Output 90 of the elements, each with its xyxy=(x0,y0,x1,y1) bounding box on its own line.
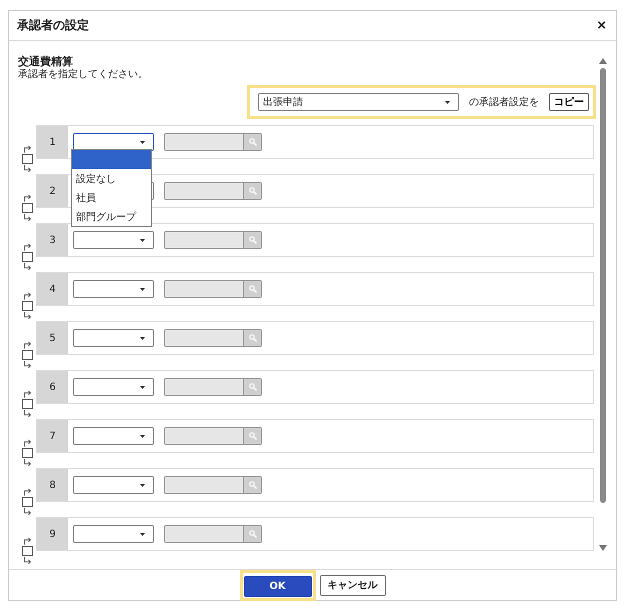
caret-icon xyxy=(140,484,145,486)
turn-arrow-icon xyxy=(22,459,32,468)
turn-arrow-icon xyxy=(22,242,32,251)
search-icon xyxy=(248,530,256,538)
search-icon xyxy=(248,383,256,391)
search-button[interactable] xyxy=(243,379,261,395)
step-number: 7 xyxy=(37,420,68,452)
search-button[interactable] xyxy=(243,428,261,444)
search-button[interactable] xyxy=(243,232,261,248)
copy-label: の承認者設定を xyxy=(469,96,539,109)
turn-arrow-icon xyxy=(22,508,32,518)
step-number: 9 xyxy=(37,518,68,550)
search-icon xyxy=(248,236,256,244)
approver-field[interactable] xyxy=(164,525,262,543)
search-button[interactable] xyxy=(243,330,261,346)
type-select[interactable] xyxy=(73,525,154,543)
checkbox[interactable] xyxy=(22,202,32,214)
search-button[interactable] xyxy=(243,134,261,150)
search-icon xyxy=(248,138,256,146)
turn-arrow-icon xyxy=(22,438,32,447)
type-select[interactable] xyxy=(73,329,154,347)
turn-arrow-icon xyxy=(22,340,32,349)
turn-arrow-icon xyxy=(22,361,32,370)
step-number: 2 xyxy=(37,175,68,207)
type-select[interactable] xyxy=(73,280,154,298)
checkbox[interactable] xyxy=(22,398,32,410)
caret-icon xyxy=(140,434,145,438)
step-number: 6 xyxy=(37,371,68,403)
cancel-button[interactable]: キャンセル xyxy=(320,574,386,596)
search-icon xyxy=(248,481,256,489)
turn-arrow-icon xyxy=(22,144,32,153)
copy-button[interactable]: コピー xyxy=(549,93,589,111)
turn-arrow-icon xyxy=(22,165,32,174)
search-button[interactable] xyxy=(243,526,261,542)
ok-button[interactable]: OK xyxy=(244,576,312,596)
turn-arrow-icon xyxy=(22,410,32,420)
turn-arrow-icon xyxy=(22,536,32,545)
turn-arrow-icon xyxy=(22,389,32,398)
approver-field[interactable] xyxy=(164,231,262,249)
checkbox[interactable] xyxy=(22,448,32,458)
instruction-text: 承認者を指定してください。 xyxy=(18,68,149,81)
caret-icon xyxy=(445,100,450,104)
turn-arrow-icon xyxy=(22,263,32,272)
turn-arrow-icon xyxy=(22,291,32,300)
turn-arrow-icon xyxy=(22,193,32,202)
approver-field[interactable] xyxy=(164,133,262,151)
section-title: 交通費精算 xyxy=(18,55,74,68)
caret-icon xyxy=(140,532,145,536)
checkbox[interactable] xyxy=(22,154,32,164)
approver-field[interactable] xyxy=(164,476,262,494)
step-number: 4 xyxy=(37,273,68,305)
step-number: 5 xyxy=(37,322,68,354)
turn-arrow-icon xyxy=(22,487,32,496)
checkbox[interactable] xyxy=(22,546,32,556)
close-button[interactable]: × xyxy=(597,17,606,34)
dialog-title: 承認者の設定 xyxy=(17,17,89,34)
scroll-down-icon[interactable] xyxy=(599,545,607,551)
caret-icon xyxy=(140,238,145,242)
approver-field[interactable] xyxy=(164,280,262,298)
caret-icon xyxy=(140,140,145,144)
step-number: 1 xyxy=(37,126,68,158)
caret-icon xyxy=(140,288,145,290)
search-icon xyxy=(248,432,256,440)
source-select[interactable]: 出張申請 xyxy=(258,93,459,111)
search-icon xyxy=(248,334,256,342)
turn-arrow-icon xyxy=(22,557,32,566)
search-button[interactable] xyxy=(243,183,261,199)
scroll-up-icon[interactable] xyxy=(599,58,607,64)
type-select[interactable] xyxy=(73,476,154,494)
checkbox[interactable] xyxy=(22,252,32,262)
step-number: 3 xyxy=(37,224,68,256)
search-icon xyxy=(248,285,256,293)
approver-field[interactable] xyxy=(164,182,262,200)
approver-field[interactable] xyxy=(164,378,262,396)
step-number: 8 xyxy=(37,469,68,501)
type-select[interactable] xyxy=(73,231,154,249)
caret-icon xyxy=(140,336,145,340)
approver-field[interactable] xyxy=(164,329,262,347)
type-select[interactable] xyxy=(73,427,154,445)
checkbox[interactable] xyxy=(22,496,32,508)
turn-arrow-icon xyxy=(22,312,32,322)
checkbox[interactable] xyxy=(22,350,32,360)
checkbox[interactable] xyxy=(22,300,32,312)
approver-field[interactable] xyxy=(164,427,262,445)
search-button[interactable] xyxy=(243,477,261,493)
turn-arrow-icon xyxy=(22,214,32,224)
search-button[interactable] xyxy=(243,281,261,297)
type-select[interactable] xyxy=(73,378,154,396)
caret-icon xyxy=(140,386,145,388)
search-icon xyxy=(248,187,256,195)
